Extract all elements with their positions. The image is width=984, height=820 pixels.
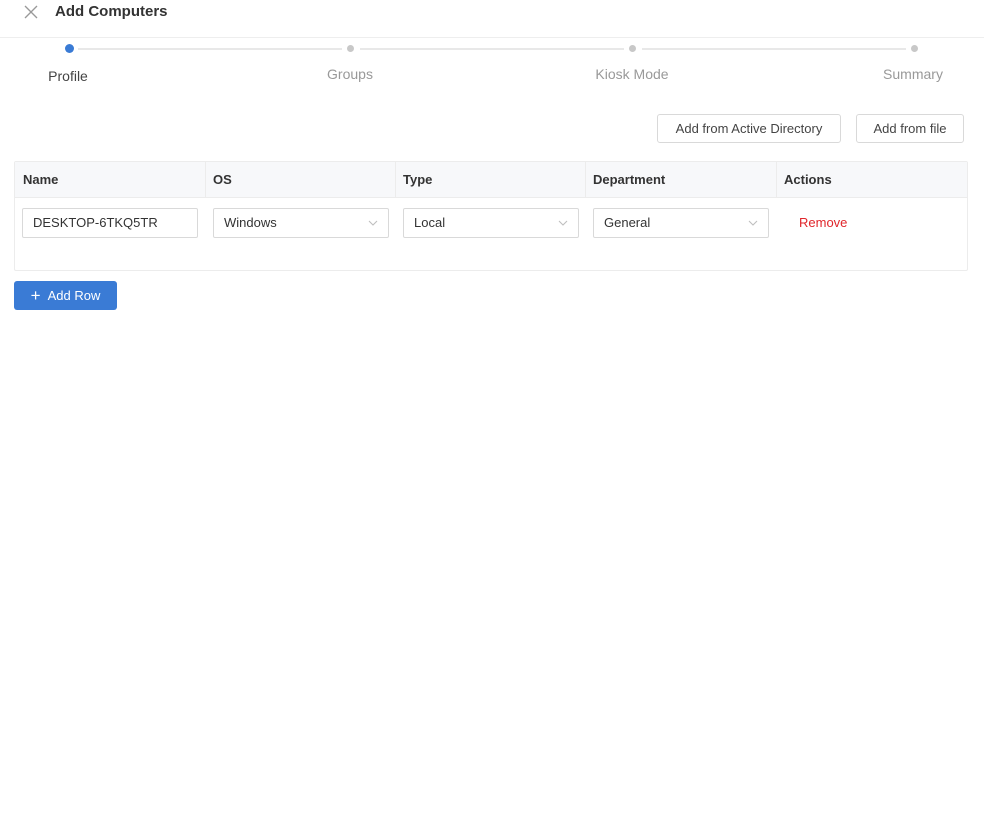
step-connector <box>78 48 342 50</box>
column-header-department: Department <box>593 172 666 187</box>
type-select[interactable]: Local <box>403 208 579 238</box>
step-summary[interactable]: Summary <box>883 66 943 82</box>
column-header-type: Type <box>403 172 433 187</box>
department-select-value: General <box>604 215 651 230</box>
wizard-stepper: Profile Groups Kiosk Mode Summary <box>0 38 984 98</box>
add-row-button[interactable]: + Add Row <box>14 281 117 310</box>
os-select[interactable]: Windows <box>213 208 389 238</box>
step-groups[interactable]: Groups <box>327 66 373 82</box>
column-header-name: Name <box>23 172 59 187</box>
step-profile[interactable]: Profile <box>48 68 88 84</box>
add-row-label: Add Row <box>47 288 101 303</box>
chevron-down-icon <box>748 220 758 226</box>
plus-icon: + <box>30 286 41 305</box>
remove-row-link[interactable]: Remove <box>799 208 847 238</box>
step-dot-groups <box>347 45 354 52</box>
step-connector <box>360 48 624 50</box>
add-from-active-directory-button[interactable]: Add from Active Directory <box>657 114 841 143</box>
dialog-header: Add Computers <box>0 0 984 38</box>
step-kiosk-mode[interactable]: Kiosk Mode <box>595 66 668 82</box>
type-select-value: Local <box>414 215 446 230</box>
step-connector <box>642 48 906 50</box>
step-dot-summary <box>911 45 918 52</box>
close-icon[interactable] <box>22 3 40 21</box>
page-title: Add Computers <box>55 3 168 20</box>
computer-name-input[interactable]: DESKTOP-6TKQ5TR <box>22 208 198 238</box>
computers-table: Name OS Type Department Actions DESKTOP-… <box>14 161 968 271</box>
department-select[interactable]: General <box>593 208 769 238</box>
chevron-down-icon <box>368 220 378 226</box>
step-dot-kiosk-mode <box>629 45 636 52</box>
column-header-actions: Actions <box>784 172 832 187</box>
step-dot-profile <box>65 44 74 53</box>
os-select-value: Windows <box>224 215 277 230</box>
column-header-os: OS <box>213 172 232 187</box>
table-header: Name OS Type Department Actions <box>15 162 967 198</box>
chevron-down-icon <box>558 220 568 226</box>
add-from-file-button[interactable]: Add from file <box>856 114 964 143</box>
